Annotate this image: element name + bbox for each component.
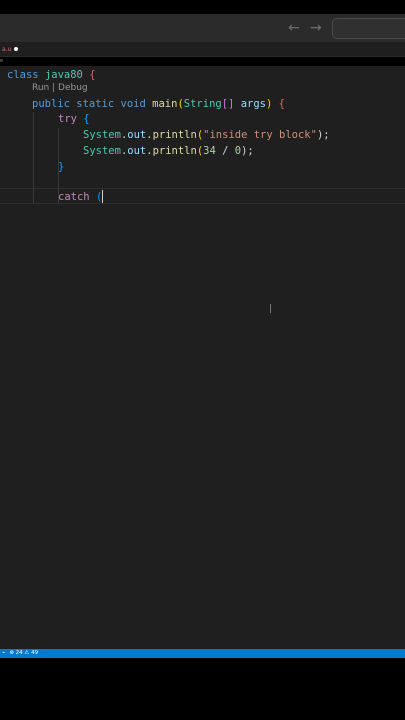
screen: ← → a.u e class java80 { Run | Debug pub…: [0, 0, 405, 720]
status-bar: ⌁ ⊗ 24 ⚠ 49: [0, 649, 405, 658]
code-line-9: catch (: [58, 191, 103, 203]
title-bar: ← →: [0, 14, 405, 42]
run-debug-codelens[interactable]: Run | Debug: [32, 82, 88, 94]
code-line-5: System.out.println("inside try block");: [83, 129, 330, 141]
code-line-6: System.out.println(34 / 0);: [83, 145, 254, 157]
text-cursor: [102, 190, 103, 203]
code-line-7: }: [58, 161, 65, 173]
back-arrow-icon[interactable]: ←: [288, 18, 300, 38]
breadcrumb[interactable]: e: [0, 57, 3, 65]
code-line-4: try {: [58, 113, 90, 125]
code-line-3: public static void main(String[] args) {: [32, 98, 285, 110]
problems-indicator[interactable]: ⊗ 24 ⚠ 49: [9, 649, 38, 658]
editor-tab-active[interactable]: a.u: [0, 42, 23, 56]
unsaved-dot-icon[interactable]: [14, 47, 19, 51]
mouse-ibeam-icon: [270, 304, 271, 313]
forward-arrow-icon[interactable]: →: [310, 18, 322, 38]
code-line-1: class java80 {: [7, 69, 96, 81]
editor-tab-bar: a.u: [0, 42, 405, 57]
remote-indicator-icon[interactable]: ⌁: [2, 649, 5, 658]
command-center-search[interactable]: [332, 18, 405, 39]
tab-label: a.u: [2, 45, 12, 53]
